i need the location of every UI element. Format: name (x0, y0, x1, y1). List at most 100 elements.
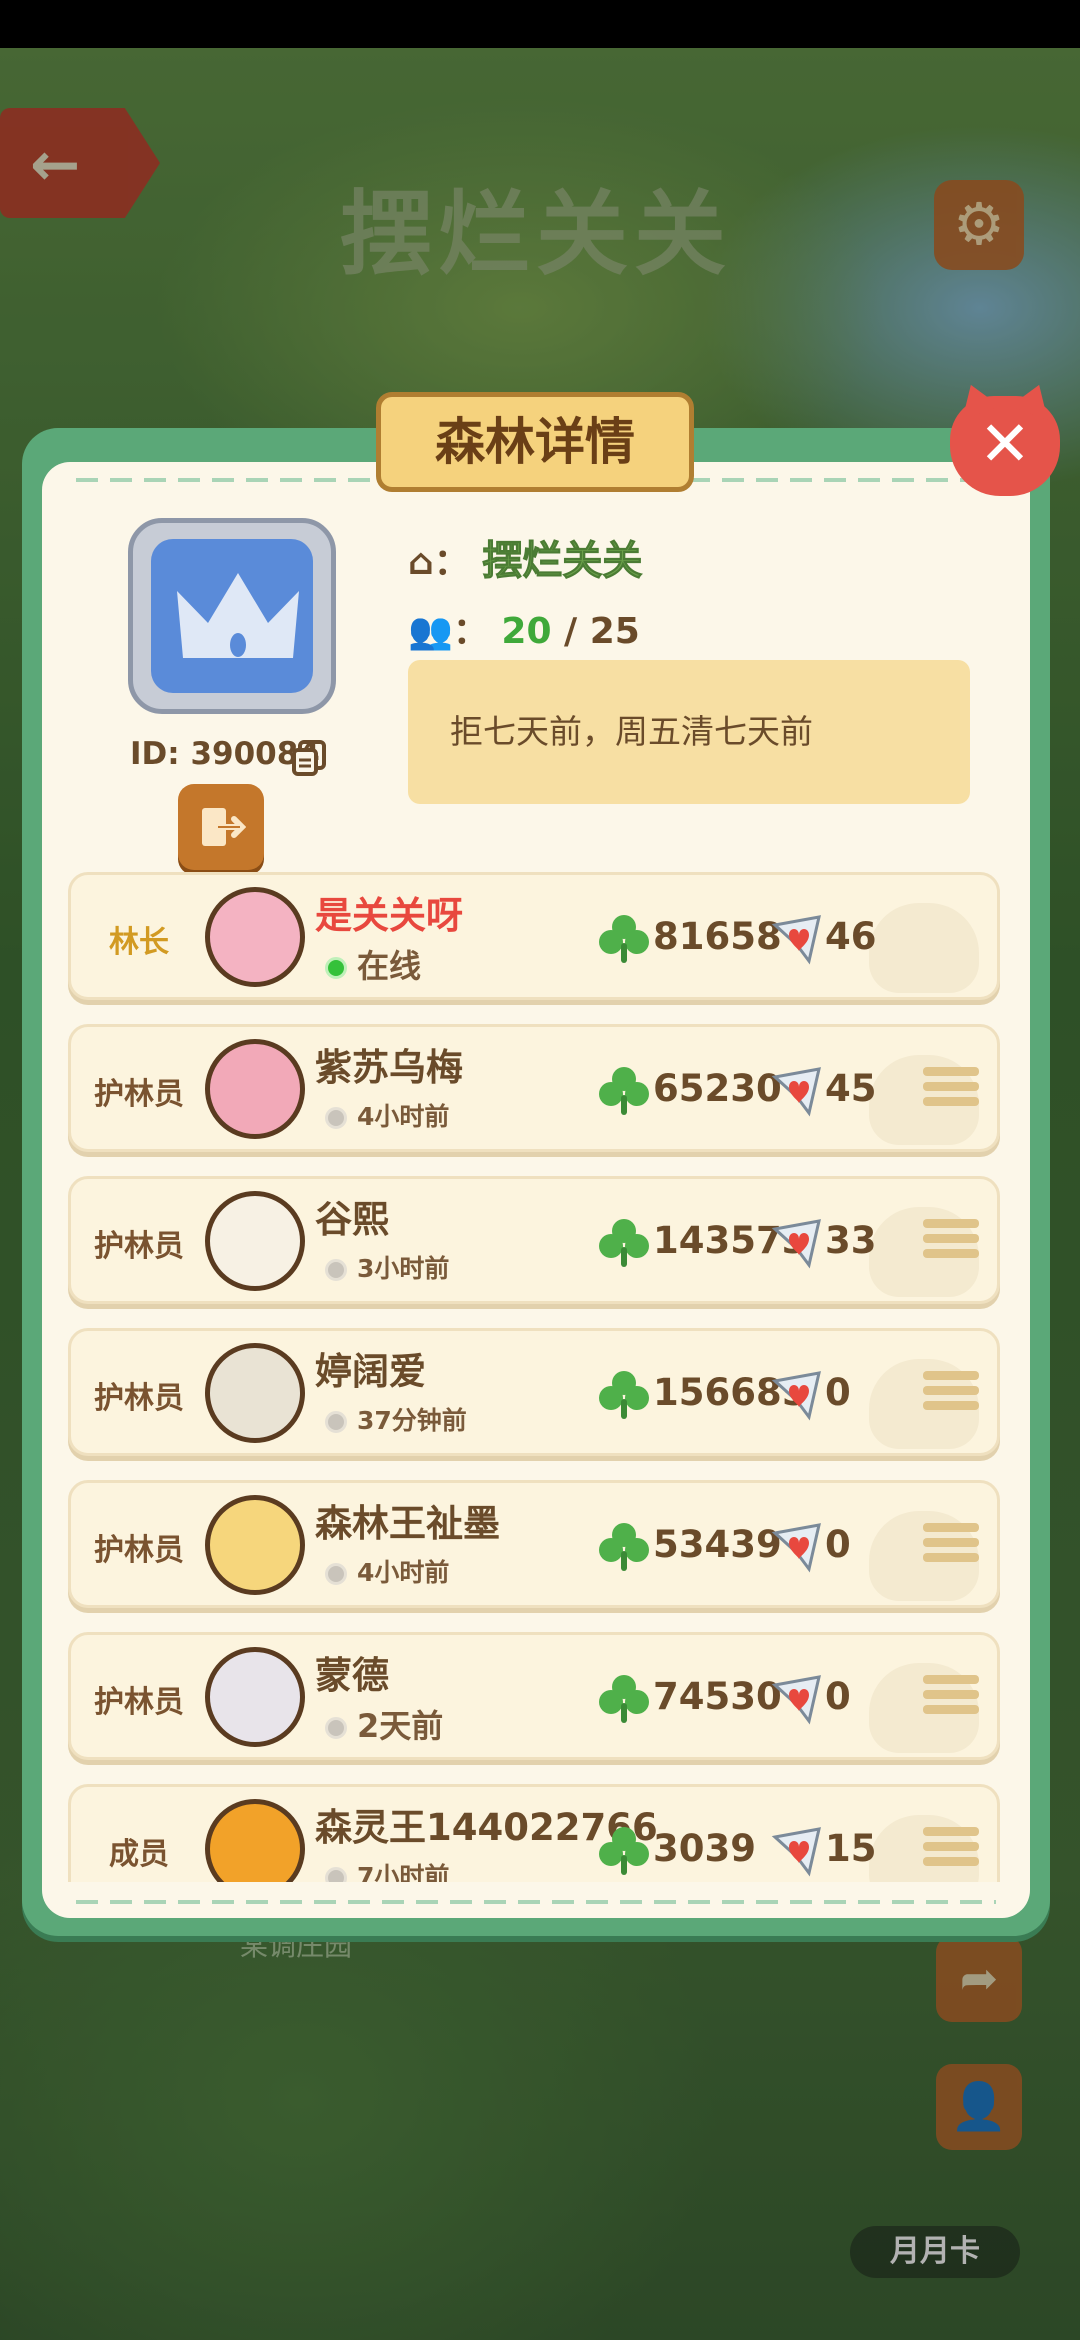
avatar[interactable] (205, 1039, 305, 1139)
member-row[interactable]: 护林员 婷阔爱 37分钟前 156685 0 (68, 1328, 1000, 1456)
member-status-text: 37分钟前 (357, 1406, 467, 1435)
member-name: 婷阔爱 (315, 1350, 426, 1393)
avatar[interactable] (205, 1647, 305, 1747)
member-status-text: 2天前 (357, 1707, 444, 1745)
avatar[interactable] (205, 1495, 305, 1595)
member-status-text: 4小时前 (357, 1102, 450, 1131)
menu-line (923, 1675, 979, 1684)
menu-line (923, 1553, 979, 1562)
member-likes: 0 (825, 1675, 851, 1718)
separator-colon: ： (433, 542, 470, 583)
heart-letter-icon[interactable] (769, 911, 825, 967)
heart-letter-icon[interactable] (769, 1063, 825, 1119)
menu-line (923, 1523, 979, 1532)
row-decoration (869, 903, 979, 993)
menu-line (923, 1842, 979, 1851)
menu-line (923, 1082, 979, 1091)
forest-notice: 拒七天前，周五清七天前 (408, 660, 970, 804)
menu-line (923, 1690, 979, 1699)
member-menu-button[interactable] (923, 1067, 979, 1119)
member-name: 紫苏乌梅 (315, 1046, 463, 1089)
member-row[interactable]: 成员 森灵王144022766 7小时前 3039 15 (68, 1784, 1000, 1882)
avatar[interactable] (205, 1191, 305, 1291)
online-dot-icon (325, 957, 347, 979)
member-row[interactable]: 护林员 谷熙 3小时前 143573 33 (68, 1176, 1000, 1304)
member-name: 谷熙 (315, 1198, 389, 1241)
menu-line (923, 1234, 979, 1243)
menu-line (923, 1097, 979, 1106)
status-bar (0, 0, 1080, 48)
member-role: 护林员 (94, 1685, 184, 1720)
member-status: 2天前 (325, 1701, 443, 1747)
menu-line (923, 1249, 979, 1258)
dialog-title: 森林详情 (376, 392, 694, 492)
member-contribution: 81658 (653, 915, 782, 958)
close-icon: ✕ (979, 407, 1031, 480)
close-button[interactable]: ✕ (950, 396, 1060, 496)
menu-line (923, 1538, 979, 1547)
forest-name: 摆烂关关 (482, 538, 643, 585)
menu-line (923, 1705, 979, 1714)
clover-icon (599, 915, 649, 963)
member-contribution: 53439 (653, 1523, 782, 1566)
member-name: 森林王祉墨 (315, 1502, 500, 1545)
forest-emblem[interactable] (128, 518, 336, 714)
heart-letter-icon[interactable] (769, 1215, 825, 1271)
members-current: 20 (501, 611, 552, 652)
forest-name-row: ⌂： 摆烂关关 (408, 528, 643, 586)
member-menu-button[interactable] (923, 1219, 979, 1271)
avatar[interactable] (205, 1799, 305, 1882)
leave-forest-button[interactable] (178, 784, 264, 870)
member-status-text: 4小时前 (357, 1558, 450, 1587)
heart-letter-icon[interactable] (769, 1367, 825, 1423)
clover-icon (599, 1219, 649, 1267)
avatar[interactable] (205, 887, 305, 987)
member-menu-button[interactable] (923, 1523, 979, 1575)
heart-letter-icon[interactable] (769, 1671, 825, 1727)
menu-line (923, 1857, 979, 1866)
clover-icon (599, 1675, 649, 1723)
member-status-text: 3小时前 (357, 1254, 450, 1283)
member-row[interactable]: 护林员 紫苏乌梅 4小时前 65230 45 (68, 1024, 1000, 1152)
member-row[interactable]: 护林员 森林王祉墨 4小时前 53439 0 (68, 1480, 1000, 1608)
member-status: 37分钟前 (325, 1401, 467, 1437)
clover-icon (599, 1371, 649, 1419)
member-name: 蒙德 (315, 1654, 389, 1697)
member-likes: 0 (825, 1523, 851, 1566)
home-icon: ⌂ (408, 542, 434, 583)
exit-icon (202, 808, 246, 846)
member-role: 成员 (109, 1837, 169, 1872)
member-likes: 0 (825, 1371, 851, 1414)
member-status-text: 在线 (357, 947, 422, 985)
members-icon: 👥 (408, 611, 453, 652)
member-role: 护林员 (94, 1077, 184, 1112)
member-likes: 45 (825, 1067, 877, 1110)
member-list[interactable]: 林长 是关关呀 在线 81658 46 护林员 紫苏乌梅 4小时前 65230 (64, 872, 1002, 1882)
divider (76, 1900, 996, 1904)
member-name: 是关关呀 (315, 894, 463, 937)
member-role: 护林员 (94, 1381, 184, 1416)
crown-icon (177, 573, 299, 658)
heart-letter-icon[interactable] (769, 1823, 825, 1879)
offline-dot-icon (325, 1867, 347, 1882)
member-role: 林长 (109, 925, 169, 960)
member-role: 护林员 (94, 1533, 184, 1568)
heart-letter-icon[interactable] (769, 1519, 825, 1575)
member-contribution: 65230 (653, 1067, 782, 1110)
member-row[interactable]: 林长 是关关呀 在线 81658 46 (68, 872, 1000, 1000)
menu-line (923, 1386, 979, 1395)
member-menu-button[interactable] (923, 1827, 979, 1879)
member-menu-button[interactable] (923, 1675, 979, 1727)
member-role: 护林员 (94, 1229, 184, 1264)
member-status: 3小时前 (325, 1249, 449, 1285)
offline-dot-icon (325, 1563, 347, 1585)
offline-dot-icon (325, 1411, 347, 1433)
clover-icon (599, 1523, 649, 1571)
copy-icon[interactable] (290, 738, 330, 778)
member-status: 7小时前 (325, 1857, 449, 1882)
member-menu-button[interactable] (923, 1371, 979, 1423)
member-row[interactable]: 护林员 蒙德 2天前 74530 0 (68, 1632, 1000, 1760)
member-status: 在线 (325, 941, 421, 987)
avatar[interactable] (205, 1343, 305, 1443)
offline-dot-icon (325, 1259, 347, 1281)
